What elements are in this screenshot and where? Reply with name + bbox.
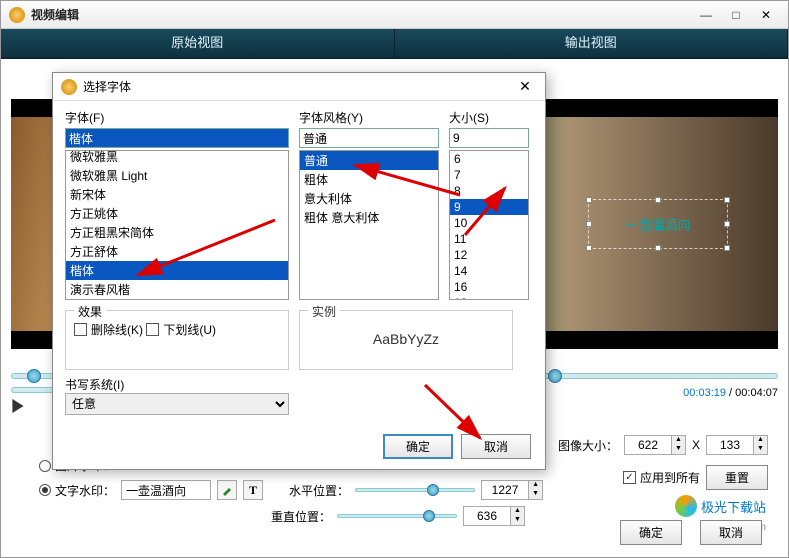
apply-all-checkbox[interactable]: ✓应用到所有 bbox=[623, 469, 700, 486]
size-value-input[interactable] bbox=[449, 128, 529, 148]
maximize-button[interactable]: □ bbox=[722, 6, 750, 24]
site-logo: 极光下载站 bbox=[675, 495, 766, 517]
watermark-text-preview: 一壶温酒向 bbox=[625, 215, 690, 234]
vpos-slider[interactable] bbox=[337, 514, 457, 518]
minimize-button[interactable]: — bbox=[692, 6, 720, 24]
list-item[interactable]: 9 bbox=[450, 199, 528, 215]
tab-original-view[interactable]: 原始视图 bbox=[1, 29, 395, 57]
dialog-cancel-button[interactable]: 取消 bbox=[461, 434, 531, 459]
list-item[interactable]: 10 bbox=[450, 215, 528, 231]
list-item[interactable]: 方正粗黑宋简体 bbox=[66, 223, 288, 242]
list-item[interactable]: 粗体 bbox=[300, 170, 438, 189]
list-item[interactable]: 楷体 bbox=[66, 261, 288, 280]
tab-output-view[interactable]: 输出视图 bbox=[395, 29, 789, 57]
font-dialog: 选择字体 ✕ 字体(F) 幼圆庞门正道真贵楷体微软雅黑微软雅黑 Light新宋体… bbox=[52, 72, 546, 470]
style-label: 字体风格(Y) bbox=[299, 109, 439, 126]
strikeout-checkbox[interactable]: 删除线(K) bbox=[74, 321, 143, 338]
list-item[interactable]: 微软雅黑 Light bbox=[66, 166, 288, 185]
list-item[interactable]: 18 bbox=[450, 295, 528, 300]
vpos-label: 重直位置： bbox=[271, 508, 331, 525]
list-item[interactable]: 7 bbox=[450, 167, 528, 183]
font-picker-button[interactable]: T bbox=[243, 480, 263, 500]
writing-system-select[interactable]: 任意 bbox=[65, 393, 289, 415]
list-item[interactable]: 意大利体 bbox=[300, 189, 438, 208]
list-item[interactable]: 16 bbox=[450, 279, 528, 295]
list-item[interactable]: 演示春风楷 bbox=[66, 280, 288, 299]
font-listbox[interactable]: 幼圆庞门正道真贵楷体微软雅黑微软雅黑 Light新宋体方正姚体方正粗黑宋简体方正… bbox=[65, 150, 289, 300]
hpos-spinner[interactable]: ▲▼ bbox=[481, 480, 543, 500]
image-size-label: 图像大小： bbox=[558, 437, 618, 454]
list-item[interactable]: 8 bbox=[450, 183, 528, 199]
list-item[interactable]: 微软雅黑 bbox=[66, 150, 288, 166]
window-title: 视频编辑 bbox=[31, 6, 690, 23]
dialog-title: 选择字体 bbox=[83, 78, 513, 95]
list-item[interactable]: 普通 bbox=[300, 151, 438, 170]
watermark-bounding-box[interactable]: 一壶温酒向 bbox=[588, 199, 728, 249]
hpos-slider[interactable] bbox=[355, 488, 475, 492]
image-height-spinner[interactable]: ▲▼ bbox=[706, 435, 768, 455]
radio-text-watermark[interactable]: 文字水印： bbox=[39, 482, 115, 499]
list-item[interactable]: 6 bbox=[450, 151, 528, 167]
time-display: 00:03:19 / 00:04:07 bbox=[683, 387, 778, 399]
reset-button[interactable]: 重置 bbox=[706, 465, 768, 490]
main-cancel-button[interactable]: 取消 bbox=[700, 520, 762, 545]
list-item[interactable]: 方正姚体 bbox=[66, 204, 288, 223]
watermark-text-input[interactable] bbox=[121, 480, 211, 500]
list-item[interactable]: 14 bbox=[450, 263, 528, 279]
dialog-close-button[interactable]: ✕ bbox=[513, 78, 537, 95]
size-label: 大小(S) bbox=[449, 109, 529, 126]
sample-fieldset: 实例 AaBbYyZz bbox=[299, 310, 513, 370]
list-item[interactable]: 12 bbox=[450, 247, 528, 263]
font-value-input[interactable] bbox=[65, 128, 289, 148]
title-bar: 视频编辑 — □ ✕ bbox=[1, 1, 788, 29]
style-value-input[interactable] bbox=[299, 128, 439, 148]
size-listbox[interactable]: 6789101112141618 bbox=[449, 150, 529, 300]
color-picker-button[interactable] bbox=[217, 480, 237, 500]
view-tabs: 原始视图 输出视图 bbox=[1, 29, 788, 59]
sample-text: AaBbYyZz bbox=[373, 331, 439, 347]
vpos-spinner[interactable]: ▲▼ bbox=[463, 506, 525, 526]
app-icon bbox=[9, 7, 25, 23]
list-item[interactable]: 11 bbox=[450, 231, 528, 247]
main-ok-button[interactable]: 确定 bbox=[620, 520, 682, 545]
list-item[interactable]: 新宋体 bbox=[66, 185, 288, 204]
dialog-title-bar: 选择字体 ✕ bbox=[53, 73, 545, 101]
play-button[interactable] bbox=[11, 399, 31, 419]
underline-checkbox[interactable]: 下划线(U) bbox=[146, 321, 216, 338]
style-listbox[interactable]: 普通粗体意大利体粗体 意大利体 bbox=[299, 150, 439, 300]
dialog-icon bbox=[61, 79, 77, 95]
list-item[interactable]: 粗体 意大利体 bbox=[300, 208, 438, 227]
image-width-spinner[interactable]: ▲▼ bbox=[624, 435, 686, 455]
list-item[interactable]: 方正舒体 bbox=[66, 242, 288, 261]
dialog-ok-button[interactable]: 确定 bbox=[383, 434, 453, 459]
effects-fieldset: 效果 删除线(K) 下划线(U) bbox=[65, 310, 289, 370]
font-label: 字体(F) bbox=[65, 109, 289, 126]
hpos-label: 水平位置： bbox=[289, 482, 349, 499]
close-button[interactable]: ✕ bbox=[752, 6, 780, 24]
writing-system-label: 书写系统(I) bbox=[65, 376, 289, 393]
